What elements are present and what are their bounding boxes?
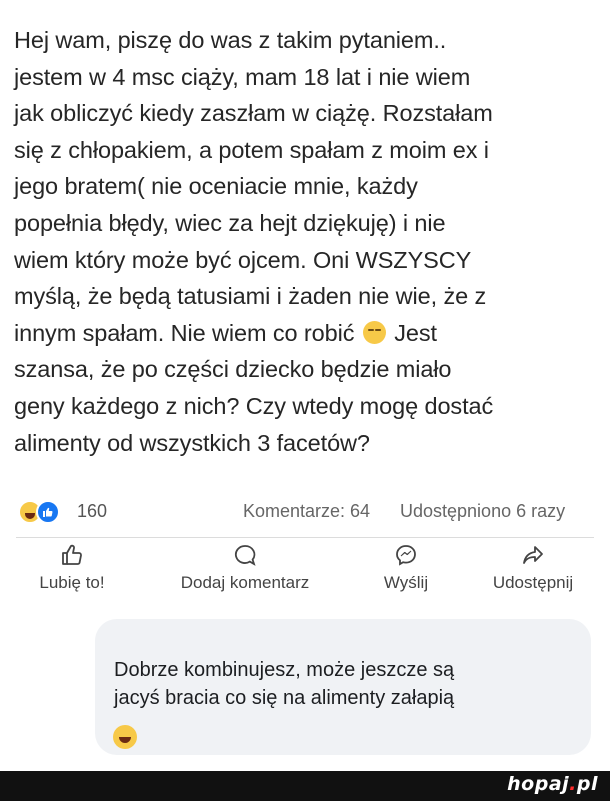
reaction-icons[interactable]: [18, 499, 74, 525]
post-line: myślą, że będą tatusiami i żaden nie wie…: [14, 283, 487, 310]
post-line: innym spałam. Nie wiem co robić Jest: [14, 315, 599, 352]
divider: [16, 537, 594, 538]
watermark-tld: pl: [576, 773, 598, 795]
like-button-label: Lubię to!: [39, 573, 105, 592]
watermark-logo: hopaj.pl: [507, 773, 598, 795]
share-button[interactable]: Udostępnij: [478, 543, 588, 603]
comment-button-label: Dodaj komentarz: [180, 573, 310, 592]
send-button-label: Wyślij: [383, 573, 429, 592]
messenger-icon: [396, 545, 416, 566]
share-button-label: Udostępnij: [492, 573, 574, 592]
post-line: geny każdego z nich? Czy wtedy mogę dost…: [14, 392, 494, 419]
post-line-part: Jest: [394, 319, 437, 346]
comment-bubble-icon: [234, 545, 256, 566]
post-line: szansa, że po części dziecko będzie miał…: [14, 356, 452, 383]
actions-bar: Lubię to! Dodaj komentarz Wyślij Udostęp…: [0, 543, 610, 603]
reactions-bar: 160 Komentarze: 64 Udostępniono 6 razy: [0, 490, 610, 536]
comment-line: Dobrze kombinujesz, może jeszcze są: [114, 659, 455, 681]
post-line: jego bratem( nie oceniacie mnie, każdy: [14, 173, 418, 200]
post-line: wiem który może być ojcem. Oni WSZYSCY: [14, 246, 472, 273]
send-button[interactable]: Wyślij: [366, 543, 446, 603]
laughing-emoji-icon: [113, 725, 137, 749]
footer-bar: hopaj.pl: [0, 771, 610, 801]
like-icon: [36, 500, 60, 524]
share-arrow-icon: [523, 546, 543, 564]
post-line: jak obliczyć kiedy zaszłam w ciążę. Rozs…: [14, 100, 493, 127]
watermark-brand: hopaj: [507, 773, 570, 795]
post-line: jestem w 4 msc ciąży, mam 18 lat i nie w…: [14, 63, 471, 90]
comments-count[interactable]: Komentarze: 64: [243, 501, 370, 522]
post-line: alimenty od wszystkich 3 facetów?: [14, 429, 370, 456]
post-line: Hej wam, piszę do was z takim pytaniem..: [14, 27, 447, 53]
comment-text: Dobrze kombinujesz, może jeszcze są jacy…: [114, 656, 584, 712]
comment-line: jacyś bracia co się na alimenty załapią: [114, 687, 455, 709]
sleepy-face-emoji-icon: [362, 320, 386, 344]
post-line-part: innym spałam. Nie wiem co robić: [14, 319, 355, 346]
comment-button[interactable]: Dodaj komentarz: [160, 543, 330, 603]
shares-count[interactable]: Udostępniono 6 razy: [400, 501, 565, 522]
post-text: Hej wam, piszę do was z takim pytaniem..…: [14, 22, 599, 461]
post-line: się z chłopakiem, a potem spałam z moim …: [14, 136, 489, 163]
like-button[interactable]: Lubię to!: [22, 543, 122, 603]
reaction-count[interactable]: 160: [77, 501, 107, 522]
post-line: popełnia błędy, wiec za hejt dziękuję) i…: [14, 209, 446, 236]
watermark-dot: .: [569, 773, 577, 795]
thumbs-up-icon: [62, 544, 82, 565]
